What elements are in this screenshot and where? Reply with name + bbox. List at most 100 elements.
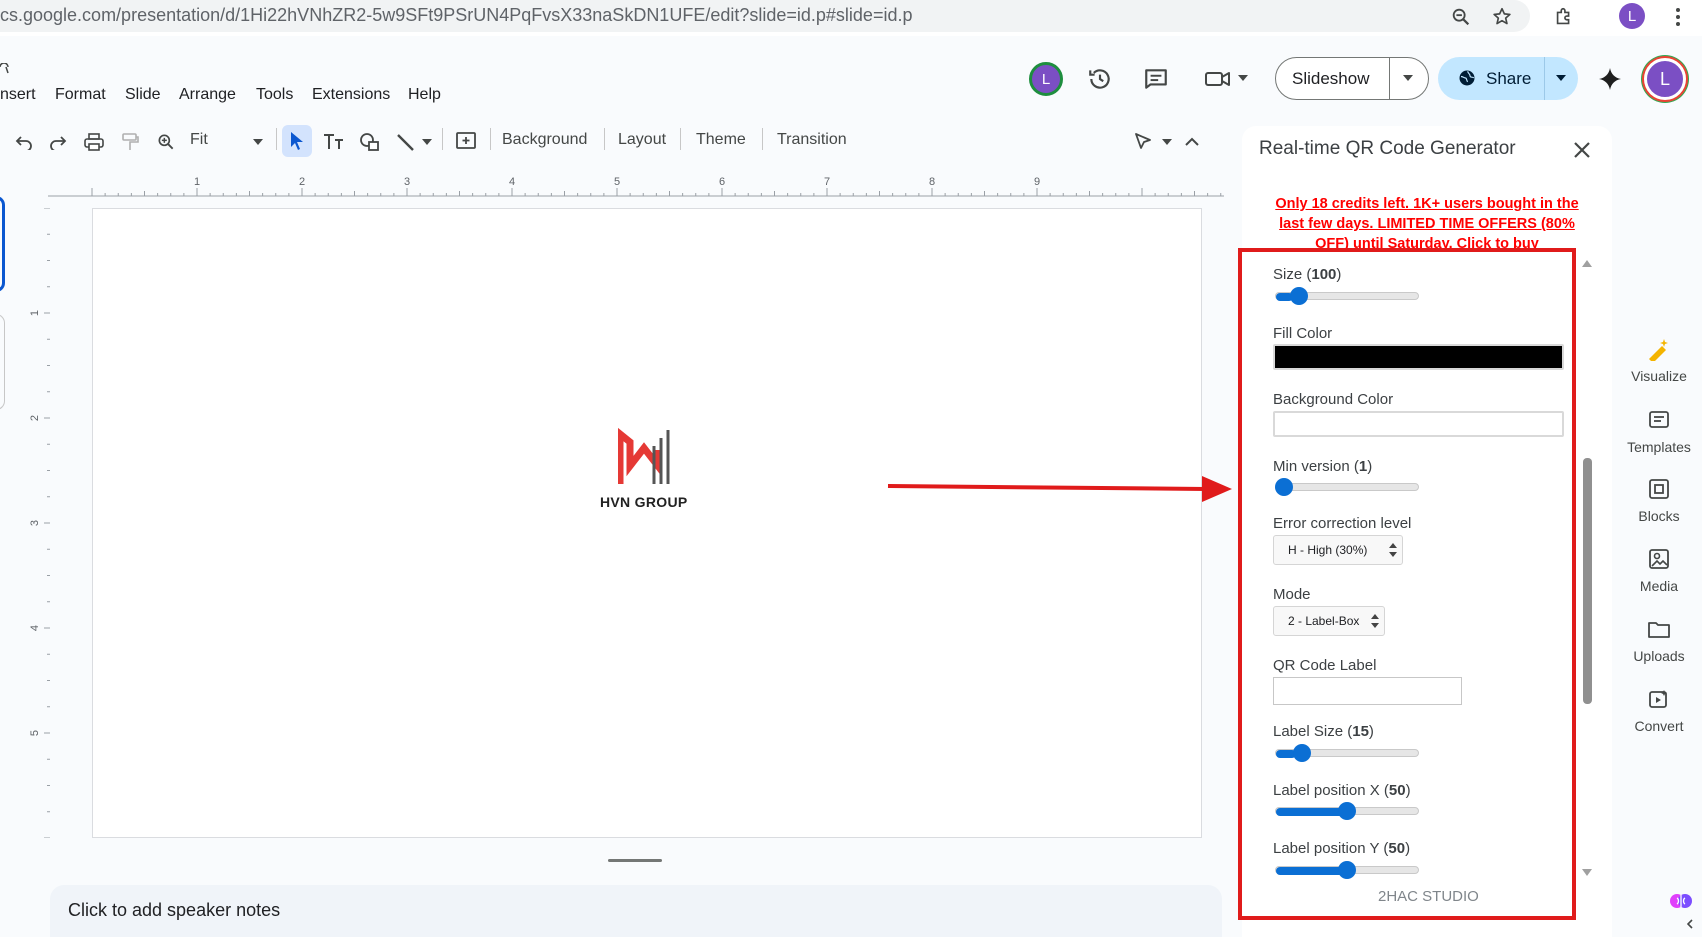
assistant-brain-icon[interactable] [1666, 886, 1696, 916]
scrollbar-thumb[interactable] [1583, 458, 1592, 704]
cloud-status-icon [0, 62, 10, 78]
logo-text: HVN GROUP [600, 494, 688, 510]
account-avatar[interactable]: L [1644, 58, 1686, 100]
address-bar-url[interactable]: cs.google.com/presentation/d/1Hi22hVNhZR… [0, 5, 912, 26]
print-icon[interactable] [82, 131, 106, 153]
uploads-icon[interactable] [1614, 616, 1702, 642]
ruler-tick-label: 8 [929, 176, 935, 188]
menu-arrange[interactable]: Arrange [179, 86, 236, 104]
toolbar-separator [442, 128, 443, 150]
menu-extensions[interactable]: Extensions [312, 86, 390, 104]
rail-visualize[interactable]: Visualize [1614, 368, 1702, 384]
hvn-logo-mark [618, 427, 670, 484]
add-comment-icon[interactable] [454, 130, 478, 154]
line-icon[interactable] [394, 131, 418, 153]
templates-icon[interactable] [1614, 407, 1702, 433]
scroll-up-icon[interactable] [1581, 256, 1593, 270]
kebab-menu-icon[interactable] [1666, 4, 1690, 30]
media-icon[interactable] [1614, 546, 1702, 572]
close-icon[interactable] [1568, 136, 1596, 164]
chevron-down-icon[interactable] [1237, 70, 1249, 86]
extensions-icon[interactable] [1551, 4, 1577, 30]
layout-button[interactable]: Layout [618, 131, 666, 149]
theme-button[interactable]: Theme [696, 131, 746, 149]
rail-uploads[interactable]: Uploads [1614, 648, 1702, 664]
rail-media[interactable]: Media [1614, 578, 1702, 594]
rail-templates[interactable]: Templates [1614, 439, 1702, 455]
version-history-icon[interactable] [1085, 64, 1115, 94]
share-options-chevron-icon[interactable] [1551, 70, 1571, 86]
zoom-chevron-icon[interactable] [250, 136, 266, 148]
share-label[interactable]: Share [1486, 69, 1531, 89]
toolbar-separator [490, 128, 491, 150]
bookmark-star-icon[interactable] [1489, 4, 1515, 30]
undo-icon[interactable] [12, 131, 36, 153]
scroll-down-icon[interactable] [1581, 866, 1593, 880]
ruler-tick-label: 4 [509, 176, 515, 188]
slideshow-options-chevron-icon[interactable] [1398, 70, 1418, 86]
shapes-icon[interactable] [358, 131, 382, 153]
vertical-ruler: 1 2 3 4 5 [30, 208, 50, 838]
menu-format[interactable]: Format [55, 86, 106, 104]
panel-title: Real-time QR Code Generator [1259, 138, 1516, 159]
toolbar-separator [762, 128, 763, 150]
ruler-tick-label: 2 [30, 415, 41, 421]
zoom-select[interactable]: Fit [190, 131, 208, 149]
slide-canvas[interactable] [92, 208, 1202, 838]
ruler-tick-label: 7 [824, 176, 830, 188]
ruler-tick-label: 1 [194, 176, 200, 188]
horizontal-ruler: 1 2 3 4 5 6 7 8 9 [48, 176, 1224, 197]
annotation-highlight-box [1238, 248, 1576, 920]
menu-help[interactable]: Help [408, 86, 441, 104]
slideshow-label[interactable]: Slideshow [1292, 69, 1370, 89]
ruler-tick-label: 6 [719, 176, 725, 188]
ruler-tick-label: 5 [30, 730, 41, 736]
ruler-tick-label: 4 [30, 625, 41, 631]
toolbar [0, 124, 1222, 160]
gemini-sparkle-icon[interactable] [1595, 64, 1625, 94]
globe-icon [1457, 68, 1477, 88]
collapse-rail-chevron-icon[interactable] [1684, 916, 1696, 932]
toolbar-separator [604, 128, 605, 150]
ruler-tick-label: 3 [404, 176, 410, 188]
ruler-tick-label: 2 [299, 176, 305, 188]
zoom-tool-icon[interactable] [154, 131, 178, 153]
ruler-tick-label: 1 [30, 310, 41, 316]
meet-camera-icon[interactable] [1203, 64, 1233, 94]
toolbar-separator [276, 128, 277, 150]
promo-link[interactable]: Only 18 credits left. 1K+ users bought i… [1262, 194, 1592, 248]
text-box-icon[interactable] [322, 131, 346, 153]
speaker-notes-placeholder[interactable]: Click to add speaker notes [68, 900, 280, 921]
rail-convert[interactable]: Convert [1614, 718, 1702, 734]
collaborator-avatar[interactable]: L [1029, 62, 1063, 96]
ruler-tick-label: 3 [30, 520, 41, 526]
pen-pointer-icon[interactable] [1132, 130, 1156, 152]
paint-format-icon[interactable] [118, 131, 142, 153]
collapse-toolbar-icon[interactable] [1182, 131, 1202, 151]
ruler-tick-label: 5 [614, 176, 620, 188]
toolbar-separator [680, 128, 681, 150]
pen-chevron-icon[interactable] [1160, 136, 1174, 148]
background-button[interactable]: Background [502, 131, 587, 149]
visualize-icon[interactable] [1614, 336, 1702, 362]
menu-slide[interactable]: Slide [125, 86, 161, 104]
convert-icon[interactable] [1614, 686, 1702, 712]
slide-thumbnail-2[interactable] [0, 314, 5, 410]
line-chevron-icon[interactable] [420, 136, 434, 148]
transition-button[interactable]: Transition [777, 131, 847, 149]
redo-icon[interactable] [46, 131, 70, 153]
zoom-icon[interactable] [1448, 4, 1474, 30]
ruler-tick-label: 9 [1034, 176, 1040, 188]
blocks-icon[interactable] [1614, 476, 1702, 502]
select-cursor-icon[interactable] [285, 130, 309, 152]
slideshow-divider [1389, 57, 1390, 100]
share-divider [1544, 57, 1545, 100]
menu-insert[interactable]: nsert [0, 86, 36, 104]
slide-thumbnail-1[interactable] [0, 196, 5, 292]
annotation-arrow [887, 476, 1232, 502]
comments-icon[interactable] [1141, 64, 1171, 94]
menu-tools[interactable]: Tools [256, 86, 293, 104]
notes-resize-handle[interactable] [608, 859, 662, 862]
browser-profile-avatar[interactable]: L [1619, 3, 1645, 29]
rail-blocks[interactable]: Blocks [1614, 508, 1702, 524]
